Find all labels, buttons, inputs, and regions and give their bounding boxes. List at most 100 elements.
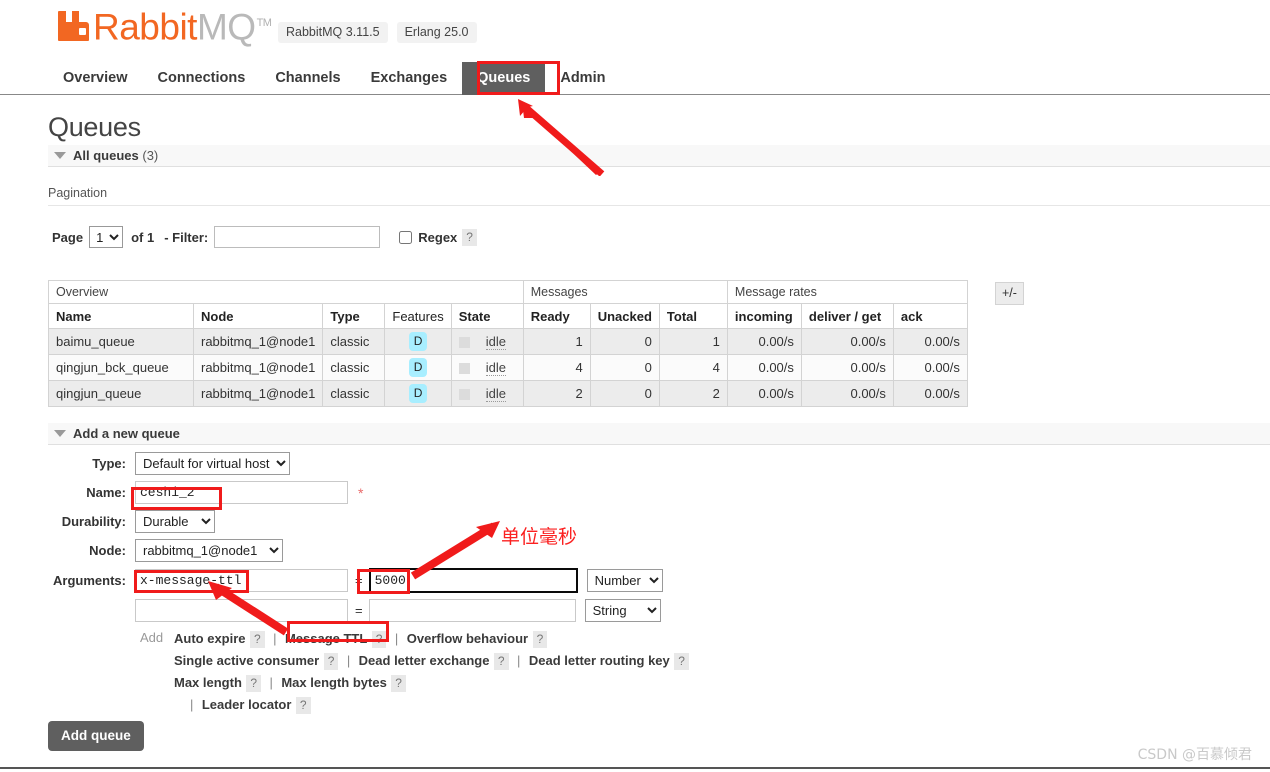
form-row-node: Node: rabbitmq_1@node1 — [48, 539, 768, 562]
erlang-version-badge: Erlang 25.0 — [396, 22, 477, 43]
preset-max-length[interactable]: Max length — [174, 675, 242, 690]
preset-line-2: Single active consumer ? | Dead letter e… — [174, 650, 768, 672]
all-queues-label: All queues (3) — [73, 148, 158, 163]
logo-text-rabbit: Rabbit — [93, 6, 197, 48]
dead-letter-exchange-help-icon[interactable]: ? — [493, 653, 509, 670]
node-select[interactable]: rabbitmq_1@node1 — [135, 539, 283, 562]
column-header-name[interactable]: Name — [48, 303, 194, 329]
tab-channels[interactable]: Channels — [260, 62, 355, 95]
argument-value-input-2[interactable] — [368, 599, 576, 622]
rabbit-logo-icon — [57, 7, 91, 43]
collapse-caret-icon[interactable] — [54, 430, 66, 437]
rabbitmq-logo[interactable]: RabbitMQTM — [57, 5, 272, 48]
preset-auto-expire[interactable]: Auto expire — [174, 631, 246, 646]
column-header-type[interactable]: Type — [322, 303, 386, 329]
regex-help-icon[interactable]: ? — [462, 228, 477, 246]
table-row[interactable]: qingjun_bck_queue rabbitmq_1@node1 class… — [48, 354, 968, 381]
max-length-bytes-help-icon[interactable]: ? — [391, 675, 406, 692]
argument-type-select-1[interactable]: Number — [586, 569, 663, 592]
durability-select[interactable]: Durable — [135, 510, 215, 533]
queue-node-cell: rabbitmq_1@node1 — [192, 380, 324, 407]
type-label: Type: — [92, 456, 126, 471]
filter-input[interactable] — [214, 226, 381, 248]
queue-name-input[interactable] — [135, 481, 348, 504]
queue-type-cell: classic — [322, 380, 386, 407]
rabbitmq-management-page: RabbitMQTM RabbitMQ 3.11.5 Erlang 25.0 O… — [0, 0, 1270, 772]
preset-max-length-bytes[interactable]: Max length bytes — [281, 675, 386, 690]
dead-letter-routing-key-help-icon[interactable]: ? — [674, 653, 689, 670]
column-header-total[interactable]: Total — [658, 303, 728, 329]
column-header-features: Features — [384, 303, 452, 329]
queue-ready-cell: 2 — [522, 380, 591, 407]
queue-unacked-cell: 0 — [589, 380, 660, 407]
queue-name-cell[interactable]: qingjun_queue — [48, 380, 194, 407]
column-header-unacked[interactable]: Unacked — [589, 303, 660, 329]
queue-total-cell: 2 — [658, 380, 728, 407]
tab-connections[interactable]: Connections — [143, 62, 261, 95]
column-header-ack[interactable]: ack — [892, 303, 968, 329]
queue-ack-cell: 0.00/s — [892, 328, 968, 355]
regex-checkbox[interactable] — [399, 230, 413, 244]
message-ttl-help-icon[interactable]: ? — [371, 631, 387, 648]
tab-queues[interactable]: Queues — [462, 62, 546, 95]
add-queue-section-bar[interactable]: Add a new queue — [48, 423, 1270, 445]
queue-state-cell: idle — [450, 380, 524, 407]
queue-incoming-cell: 0.00/s — [726, 328, 802, 355]
preset-overflow-behaviour[interactable]: Overflow behaviour — [407, 631, 528, 646]
tab-overview[interactable]: Overview — [48, 62, 143, 95]
column-header-ready[interactable]: Ready — [522, 303, 591, 329]
tab-admin[interactable]: Admin — [545, 62, 620, 95]
all-queues-count: (3) — [142, 148, 159, 163]
argument-type-select-2[interactable]: String — [584, 599, 661, 622]
add-argument-label: Add — [140, 630, 164, 645]
preset-line-3: Max length ? | Max length bytes ? — [174, 672, 768, 694]
queue-type-select[interactable]: Default for virtual host — [135, 452, 290, 475]
equals-sign: = — [355, 603, 363, 618]
column-header-incoming[interactable]: incoming — [726, 303, 802, 329]
auto-expire-help-icon[interactable]: ? — [249, 631, 265, 648]
tab-exchanges[interactable]: Exchanges — [356, 62, 463, 95]
all-queues-text: All queues — [73, 148, 139, 163]
add-queue-submit-button[interactable]: Add queue — [48, 721, 144, 751]
column-header-state[interactable]: State — [450, 303, 524, 329]
overflow-behaviour-help-icon[interactable]: ? — [532, 631, 548, 648]
form-row-type: Type: Default for virtual host — [48, 452, 768, 475]
queue-ack-cell: 0.00/s — [892, 354, 968, 381]
leader-locator-help-icon[interactable]: ? — [295, 697, 311, 714]
preset-dead-letter-routing-key[interactable]: Dead letter routing key — [529, 653, 670, 668]
queue-deliver-get-cell: 0.00/s — [800, 328, 894, 355]
all-queues-section-bar[interactable]: All queues (3) — [48, 145, 1270, 167]
queue-state-cell: idle — [450, 354, 524, 381]
collapse-caret-icon[interactable] — [54, 152, 66, 159]
column-header-deliver-get[interactable]: deliver / get — [800, 303, 894, 329]
argument-key-input-1[interactable] — [135, 569, 348, 592]
table-row[interactable]: baimu_queue rabbitmq_1@node1 classic D i… — [48, 328, 968, 355]
preset-line-1: Auto expire ? | Message TTL ? | Overflow… — [174, 628, 768, 650]
table-row[interactable]: qingjun_queue rabbitmq_1@node1 classic D… — [48, 380, 968, 407]
preset-single-active-consumer[interactable]: Single active consumer — [174, 653, 319, 668]
toggle-columns-button[interactable]: +/- — [995, 282, 1024, 305]
argument-value-input-1[interactable] — [368, 568, 578, 593]
preset-dead-letter-exchange[interactable]: Dead letter exchange — [359, 653, 490, 668]
pagination-heading: Pagination — [48, 186, 108, 200]
queue-name-cell[interactable]: baimu_queue — [48, 328, 194, 355]
queue-name-cell[interactable]: qingjun_bck_queue — [48, 354, 194, 381]
preset-separator: | — [346, 653, 351, 668]
preset-message-ttl[interactable]: Message TTL — [285, 631, 367, 646]
page-select[interactable]: 1 — [89, 226, 124, 248]
table-group-header-row: Overview Messages Message rates — [48, 280, 968, 304]
argument-presets: Add Auto expire ? | Message TTL ? | Over… — [48, 628, 768, 716]
equals-sign: = — [355, 573, 363, 588]
max-length-help-icon[interactable]: ? — [246, 675, 262, 692]
queues-table: Overview Messages Message rates Name Nod… — [48, 280, 968, 407]
column-header-node[interactable]: Node — [192, 303, 324, 329]
queue-features-cell: D — [384, 354, 452, 381]
queue-unacked-cell: 0 — [589, 328, 660, 355]
queue-node-cell: rabbitmq_1@node1 — [192, 328, 324, 355]
preset-leader-locator[interactable]: Leader locator — [202, 697, 292, 712]
preset-separator: | — [273, 631, 277, 646]
single-active-consumer-help-icon[interactable]: ? — [323, 653, 339, 670]
queue-type-cell: classic — [322, 328, 386, 355]
argument-key-input-2[interactable] — [135, 599, 348, 622]
filter-label: - Filter: — [164, 229, 209, 245]
